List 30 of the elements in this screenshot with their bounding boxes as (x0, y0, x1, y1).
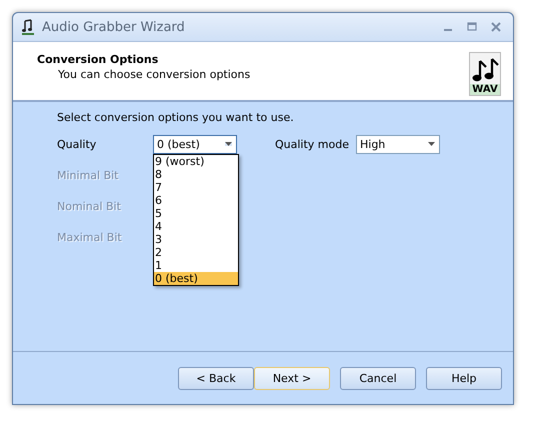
bit-label: Nominal Bit (57, 200, 121, 215)
dropdown-option[interactable]: 2 (154, 246, 238, 258)
dropdown-option[interactable]: 9 (worst) (154, 154, 238, 168)
wizard-button[interactable]: < Back (178, 366, 254, 390)
instruction-text: Select conversion options you want to use. (57, 111, 295, 124)
quality-mode-label: Quality mode (275, 138, 350, 150)
page-title: Conversion Options (37, 53, 160, 66)
dropdown-option[interactable]: 7 (154, 180, 238, 194)
quality-mode-dropdown[interactable]: High (356, 134, 440, 154)
dropdown-option[interactable]: 0 (best) (154, 272, 238, 284)
maximize-icon[interactable] (467, 22, 477, 32)
dropdown-option[interactable]: 3 (154, 232, 238, 246)
dropdown-option[interactable]: 5 (154, 206, 238, 220)
dropdown-option[interactable]: 1 (154, 258, 238, 272)
caret-icon (428, 142, 435, 146)
quality-label: Quality (57, 138, 98, 150)
wizard-button[interactable]: Next > (254, 366, 330, 390)
music-note-icon (21, 19, 35, 35)
dropdown-option[interactable]: 6 (154, 194, 238, 206)
close-icon[interactable] (491, 22, 501, 32)
page-subtitle: You can choose conversion options (57, 68, 250, 81)
wav-file-icon: WAV (469, 52, 501, 96)
dropdown-option[interactable]: 4 (154, 220, 238, 232)
window-title: Audio Grabber Wizard (42, 20, 186, 34)
caret-icon (225, 142, 232, 146)
bit-label: Minimal Bit (57, 169, 118, 184)
dropdown-option[interactable]: 8 (154, 168, 238, 180)
bit-label: Maximal Bit (57, 231, 122, 246)
wizard-button[interactable]: Help (426, 366, 502, 390)
wizard-button[interactable]: Cancel (340, 366, 416, 390)
